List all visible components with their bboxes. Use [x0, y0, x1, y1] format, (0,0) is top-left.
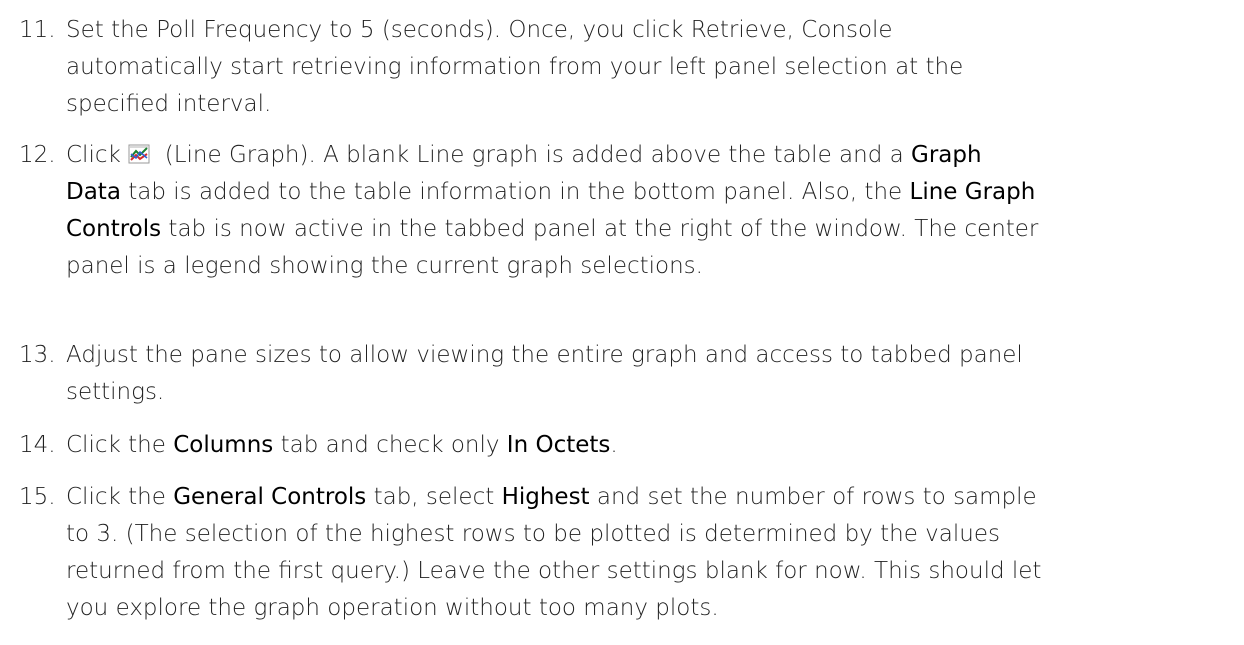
- step-text: Set the Poll Frequency to 5 (seconds). O…: [66, 12, 1236, 123]
- text-line: to 3. (The selection of the highest rows…: [66, 521, 1000, 547]
- text-line: Data tab is added to the table informati…: [66, 179, 1036, 205]
- step-number: 14.: [19, 432, 56, 458]
- text-line: Click the Columns tab and check only In …: [66, 432, 618, 458]
- step-number: 11.: [19, 17, 56, 43]
- text-line: settings.: [66, 379, 165, 405]
- text-line: Click (Line Graph). A blank Line graph i…: [66, 140, 982, 168]
- step-number: 15.: [19, 484, 56, 510]
- text-line: returned from the first query.) Leave th…: [66, 558, 1042, 584]
- text-line: automatically start retrieving informati…: [66, 54, 964, 80]
- text-line: specified interval.: [66, 91, 272, 117]
- step-number: 13.: [19, 342, 56, 368]
- text-line: Set the Poll Frequency to 5 (seconds). O…: [66, 17, 893, 43]
- text-line: Click the General Controls tab, select H…: [66, 484, 1037, 510]
- step-number: 12.: [19, 142, 56, 168]
- text-line: Controls tab is now active in the tabbed…: [66, 216, 1039, 242]
- step-text: Click the General Controls tab, select H…: [66, 479, 1236, 627]
- document-body: 11. Set the Poll Frequency to 5 (seconds…: [0, 0, 1244, 645]
- text-line: Adjust the pane sizes to allow viewing t…: [66, 342, 1023, 368]
- step-text: Adjust the pane sizes to allow viewing t…: [66, 337, 1236, 411]
- step-text: Click (Line Graph). A blank Line graph i…: [66, 137, 1236, 285]
- step-text: Click the Columns tab and check only In …: [66, 427, 1236, 464]
- text-line: you explore the graph operation without …: [66, 595, 719, 621]
- line-graph-icon: [128, 140, 150, 164]
- text-line: panel is a legend showing the current gr…: [66, 253, 703, 279]
